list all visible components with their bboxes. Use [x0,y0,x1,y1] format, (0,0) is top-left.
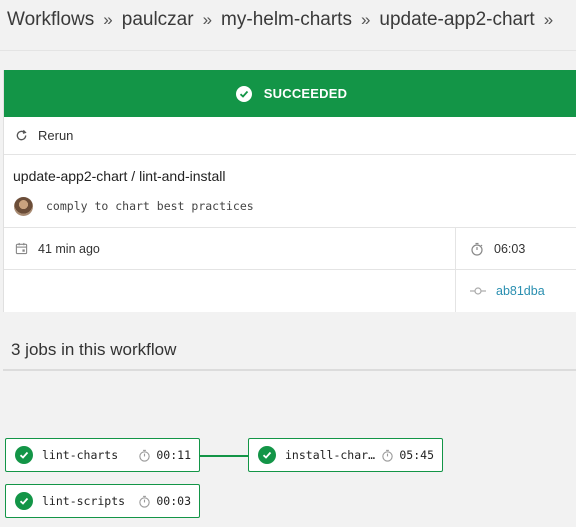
commit-message: comply to chart best practices [46,199,254,213]
avatar [14,197,33,216]
stopwatch-icon [382,449,394,462]
job-lint-scripts[interactable]: lint-scripts 00:03 [5,484,200,518]
job-name: lint-scripts [42,494,126,508]
actions-row: Rerun [4,117,576,155]
job-duration: 00:03 [156,494,191,508]
commit-row: ab81dba [4,270,576,312]
status-label: SUCCEEDED [263,86,348,101]
stopwatch-icon [471,242,483,256]
divider [0,50,576,51]
job-name: lint-charts [42,448,119,462]
job-lint-charts[interactable]: lint-charts 00:11 [5,438,200,472]
breadcrumb-separator: » [360,10,371,29]
git-commit-icon [470,287,486,295]
breadcrumb-workflows[interactable]: Workflows [7,9,94,31]
breadcrumb: Workflows » paulczar » my-helm-charts » … [7,6,562,34]
divider [3,369,576,371]
breadcrumb-separator: » [202,10,213,29]
workflow-duration: 06:03 [494,241,526,256]
check-circle-icon [15,492,33,510]
job-connector [199,455,249,457]
job-install-charts[interactable]: install-charts 05:45 [248,438,443,472]
stopwatch-icon [139,495,151,508]
status-banner: SUCCEEDED [4,70,576,117]
breadcrumb-branch[interactable]: update-app2-chart [379,9,534,31]
rerun-button[interactable]: Rerun [15,128,73,143]
check-circle-icon [15,446,33,464]
meta-row: 41 min ago 06:03 [4,228,576,270]
job-name: install-charts [285,448,381,462]
rerun-label: Rerun [38,128,74,143]
refresh-icon [16,129,27,141]
stopwatch-icon [139,449,151,462]
breadcrumb-separator: » [543,10,554,29]
workflow-title: update-app2-chart / lint-and-install [13,168,226,184]
breadcrumb-project[interactable]: my-helm-charts [221,9,352,31]
breadcrumb-org[interactable]: paulczar [122,9,194,31]
jobs-heading: 3 jobs in this workflow [11,340,177,359]
check-circle-icon [258,446,276,464]
calendar-icon [15,242,28,255]
job-duration: 00:11 [156,448,191,462]
breadcrumb-separator: » [103,10,113,29]
job-duration: 05:45 [399,448,434,462]
started-time: 41 min ago [38,241,100,256]
check-circle-icon [235,85,252,102]
commit-sha-link[interactable]: ab81dba [496,284,545,298]
workflow-title-row: update-app2-chart / lint-and-install com… [4,155,576,228]
workflow-card: SUCCEEDED Rerun update-app2-chart / lint… [3,70,576,312]
